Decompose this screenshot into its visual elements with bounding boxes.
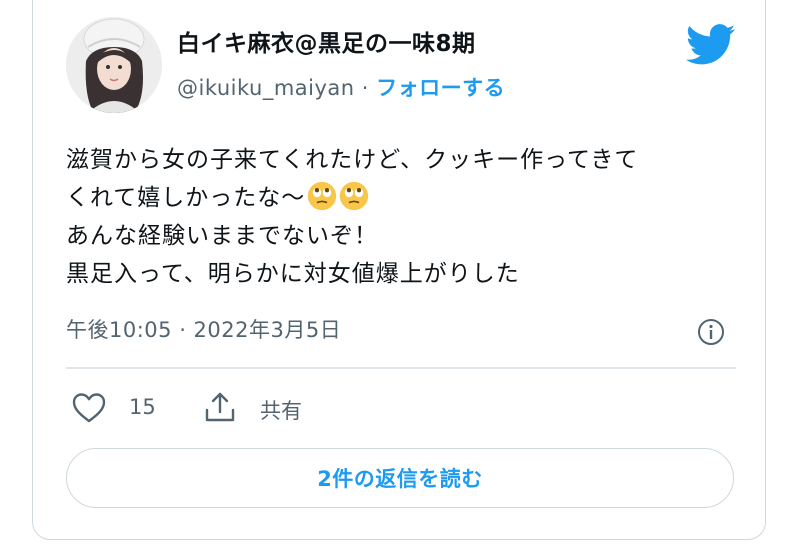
face-with-rolling-eyes-icon — [340, 181, 369, 211]
like-count: 15 — [129, 395, 156, 419]
info-icon[interactable] — [697, 318, 725, 346]
share-label[interactable]: 共有 — [260, 395, 302, 425]
tweet-line: くれて嬉しかったな〜 — [66, 185, 306, 211]
share-icon[interactable] — [203, 390, 237, 424]
tweet-line-with-emoji: くれて嬉しかったな〜 — [66, 179, 726, 217]
display-name[interactable]: 白イキ麻衣@黒足の一味8期 — [177, 24, 476, 58]
user-handle[interactable]: @ikuiku_maiyan — [177, 76, 355, 100]
tweet-line: あんな経験いままでないぞ！ — [66, 223, 378, 249]
twitter-bird-icon[interactable] — [686, 24, 736, 66]
tweet-line: 黒足入って、明らかに対女値爆上がりした — [66, 261, 520, 287]
tweet-timestamp[interactable]: 午後10:05 · 2022年3月5日 — [66, 314, 341, 344]
avatar[interactable] — [66, 17, 162, 113]
read-replies-button[interactable]: 2件の返信を読む — [66, 448, 734, 508]
tweet-line: 滋賀から女の子来てくれたけど、クッキー作ってきて — [66, 147, 639, 173]
handle-line: @ikuiku_maiyan · フォローする — [177, 72, 505, 102]
heart-icon[interactable] — [72, 392, 106, 424]
tweet-text: 滋賀から女の子来てくれたけど、クッキー作ってきて くれて嬉しかったな〜 あんな経… — [66, 141, 726, 293]
divider — [66, 367, 736, 369]
follow-button[interactable]: フォローする — [376, 76, 505, 100]
face-with-rolling-eyes-icon — [308, 181, 337, 211]
separator: · — [354, 76, 377, 100]
